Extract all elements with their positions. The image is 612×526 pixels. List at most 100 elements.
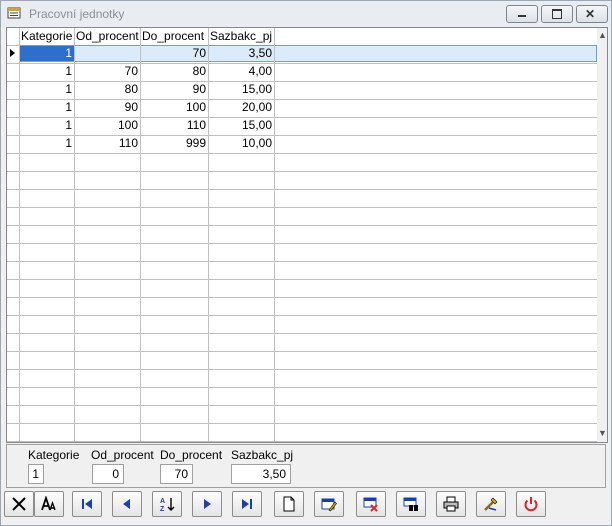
row-divider	[7, 441, 597, 442]
maximize-icon	[552, 9, 562, 19]
tools-icon	[484, 497, 498, 511]
cell-kategorie[interactable]: 1	[19, 45, 75, 62]
row-divider	[7, 333, 597, 334]
data-grid[interactable]: Kategorie Od_procent Do_procent Sazbakc_…	[6, 27, 608, 443]
row-divider	[7, 207, 597, 208]
maximize-button[interactable]	[541, 5, 573, 23]
cell-kategorie[interactable]: 1	[19, 81, 75, 98]
row-divider	[7, 243, 597, 244]
next-record-button[interactable]	[192, 491, 222, 517]
close-x-icon	[12, 497, 26, 511]
app-window: Pracovní jednotky ✕ Kategorie Od_procent…	[0, 0, 612, 526]
window-title: Pracovní jednotky	[29, 7, 125, 21]
exit-button[interactable]	[516, 491, 546, 517]
next-record-icon	[204, 499, 211, 509]
cell-sazbakc-pj[interactable]: 10,00	[208, 135, 275, 152]
first-record-button[interactable]	[72, 491, 102, 517]
print-button[interactable]	[436, 491, 466, 517]
cell-do-procent[interactable]: 100	[140, 99, 209, 116]
scroll-down-icon[interactable]: ▼	[598, 428, 607, 438]
row-divider	[7, 261, 597, 262]
cell-do-procent[interactable]: 110	[140, 117, 209, 134]
cell-od-procent[interactable]: 100	[74, 117, 141, 134]
title-bar: Pracovní jednotky ✕	[1, 1, 611, 27]
current-record-pointer-icon	[10, 49, 15, 57]
cell-sazbakc-pj[interactable]: 20,00	[208, 99, 275, 116]
find-icon	[403, 497, 418, 511]
row-divider	[7, 153, 597, 154]
sazbakc-pj-label: Sazbakc_pj	[231, 448, 294, 462]
row-divider	[7, 387, 597, 388]
delete-record-icon	[363, 497, 378, 512]
cell-kategorie[interactable]: 1	[19, 99, 75, 116]
cell-kategorie[interactable]: 1	[19, 135, 75, 152]
row-divider	[7, 225, 597, 226]
tools-button[interactable]	[476, 491, 506, 517]
row-divider	[7, 423, 597, 424]
last-record-button[interactable]	[232, 491, 262, 517]
cell-kategorie[interactable]: 1	[19, 63, 75, 80]
font-icon	[41, 496, 56, 511]
cell-do-procent[interactable]: 80	[140, 63, 209, 80]
cell-sazbakc-pj[interactable]: 3,50	[208, 45, 275, 62]
cell-od-procent[interactable]	[74, 45, 141, 62]
record-selector-column[interactable]	[7, 28, 19, 442]
column-header-do-procent[interactable]: Do_procent	[140, 28, 209, 45]
cell-do-procent[interactable]: 999	[140, 135, 209, 152]
cell-sazbakc-pj[interactable]: 15,00	[208, 117, 275, 134]
last-record-icon	[242, 499, 252, 509]
app-icon	[7, 7, 21, 19]
row-divider	[7, 369, 597, 370]
print-icon	[443, 496, 459, 512]
previous-record-button[interactable]	[112, 491, 142, 517]
new-record-icon	[283, 496, 295, 512]
svg-text:A: A	[160, 498, 165, 505]
od-procent-label: Od_procent	[91, 448, 154, 462]
minimize-button[interactable]	[506, 5, 538, 23]
sazbakc-pj-field[interactable]: 3,50	[231, 464, 291, 484]
delete-record-button[interactable]	[356, 491, 386, 517]
svg-text:Z: Z	[160, 506, 165, 512]
record-edit-panel: Kategorie 1 Od_procent 0 Do_procent 70 S…	[6, 444, 606, 488]
previous-record-icon	[123, 499, 130, 509]
row-divider	[7, 297, 597, 298]
cell-od-procent[interactable]: 80	[74, 81, 141, 98]
vertical-scrollbar[interactable]: ▲ ▼	[597, 28, 607, 442]
kategorie-field[interactable]: 1	[28, 464, 44, 484]
column-header-sazbakc-pj[interactable]: Sazbakc_pj	[208, 28, 275, 45]
row-divider	[7, 171, 597, 172]
do-procent-label: Do_procent	[160, 448, 223, 462]
first-record-icon	[82, 499, 92, 509]
edit-record-icon	[321, 498, 337, 512]
sort-button[interactable]: AZ	[152, 491, 182, 517]
font-button[interactable]	[34, 491, 64, 517]
cell-od-procent[interactable]: 70	[74, 63, 141, 80]
close-button[interactable]: ✕	[576, 5, 608, 23]
sort-az-icon: AZ	[160, 498, 175, 512]
edit-record-button[interactable]	[314, 491, 344, 517]
cell-kategorie[interactable]: 1	[19, 117, 75, 134]
row-divider	[7, 405, 597, 406]
cell-sazbakc-pj[interactable]: 15,00	[208, 81, 275, 98]
column-header-od-procent[interactable]: Od_procent	[74, 28, 141, 45]
cell-do-procent[interactable]: 90	[140, 81, 209, 98]
new-record-button[interactable]	[274, 491, 304, 517]
row-divider	[7, 315, 597, 316]
do-procent-field[interactable]: 70	[160, 464, 193, 484]
power-icon	[524, 497, 538, 512]
cell-do-procent[interactable]: 70	[140, 45, 209, 62]
navigation-toolbar: AZ	[4, 491, 610, 521]
scroll-up-icon[interactable]: ▲	[598, 30, 607, 40]
minimize-icon	[518, 15, 526, 17]
cell-od-procent[interactable]: 110	[74, 135, 141, 152]
find-button[interactable]	[396, 491, 426, 517]
kategorie-label: Kategorie	[28, 448, 80, 462]
od-procent-field[interactable]: 0	[92, 464, 124, 484]
row-divider	[7, 189, 597, 190]
cell-od-procent[interactable]: 90	[74, 99, 141, 116]
row-divider	[7, 279, 597, 280]
cell-sazbakc-pj[interactable]: 4,00	[208, 63, 275, 80]
close-icon: ✕	[585, 7, 596, 21]
column-header-kategorie[interactable]: Kategorie	[19, 28, 75, 45]
cancel-button[interactable]	[4, 491, 34, 517]
